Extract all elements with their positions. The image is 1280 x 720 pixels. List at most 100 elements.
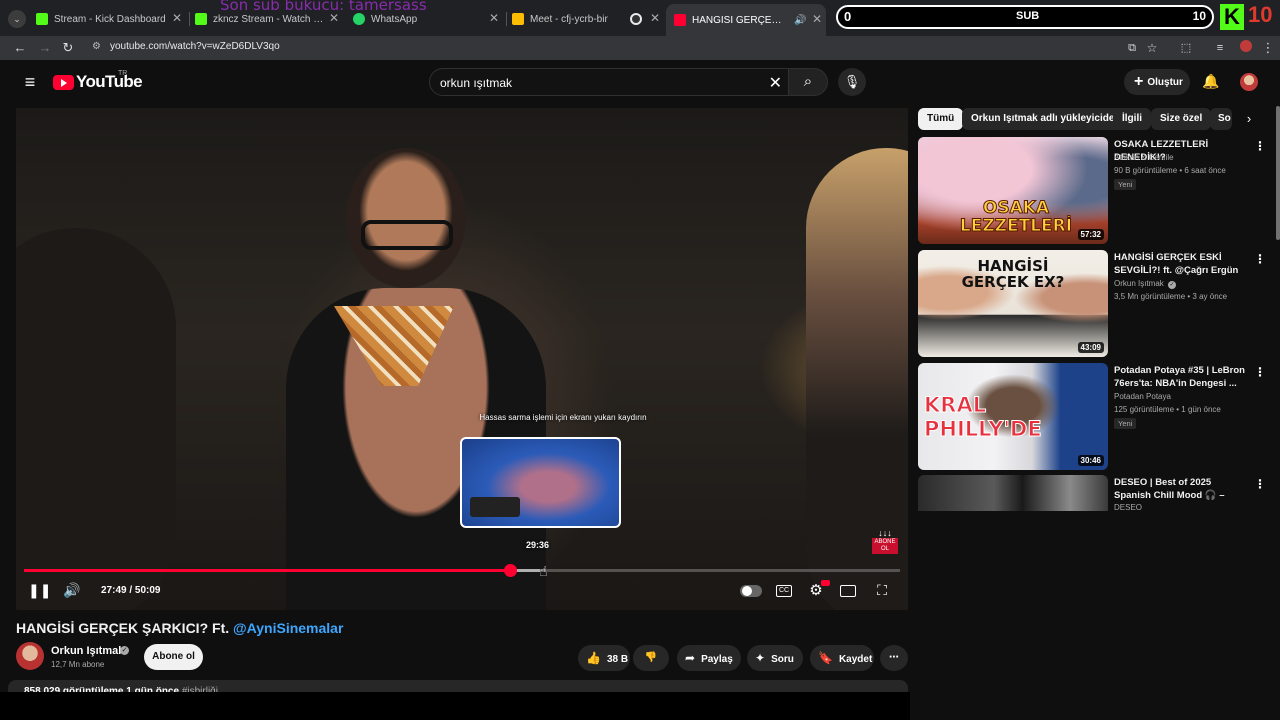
search-value[interactable]: orkun ışıtmak	[440, 76, 512, 90]
recommendation-thumbnail[interactable]	[918, 475, 1108, 511]
seek-preview-thumbnail	[460, 437, 621, 528]
verified-check-icon: ✓	[1168, 281, 1177, 289]
forward-arrow-icon[interactable]: →	[35, 38, 55, 58]
tab-close-icon[interactable]: ✕	[489, 11, 499, 25]
search-icon[interactable]: ⌕	[788, 68, 828, 96]
volume-icon[interactable]: 🔊	[62, 582, 82, 599]
channel-name[interactable]: Orkun Işıtmak	[51, 645, 124, 657]
chip-truncated[interactable]: So	[1210, 108, 1232, 130]
reload-icon[interactable]: ↻	[58, 38, 78, 58]
hamburger-menu-icon[interactable]: ≡	[20, 72, 40, 92]
preview-card	[470, 497, 520, 517]
chevron-right-icon[interactable]: ›	[1240, 110, 1258, 128]
youtube-favicon-icon	[674, 14, 686, 26]
channel-label: Orkun Işıtmak	[1114, 279, 1164, 288]
chip-for-you[interactable]: Size özel	[1151, 108, 1212, 130]
browser-menu-kebab-icon[interactable]: ⋮	[1258, 38, 1278, 58]
notifications-bell-icon[interactable]: 🔔	[1202, 73, 1219, 90]
share-arrow-icon: ➦	[685, 651, 696, 665]
recommendation-item[interactable]: DESEO | Best of 2025 Spanish Chill Mood …	[918, 475, 1268, 511]
ask-button[interactable]: ✦ Soru	[747, 645, 803, 671]
search-input[interactable]: orkun ışıtmak ✕	[429, 68, 789, 96]
tab-close-icon[interactable]: ✕	[650, 11, 660, 25]
channel-subscriber-count: 12,7 Mn abone	[51, 660, 105, 669]
subtitles-icon[interactable]: CC	[776, 585, 792, 597]
recommendation-item[interactable]: OSAKA LEZZETLERİ 57:32 OSAKA LEZZETLERİ …	[918, 137, 1268, 245]
back-arrow-icon[interactable]: ←	[10, 38, 30, 58]
media-control-icon[interactable]: ≡	[1210, 38, 1230, 58]
profile-avatar[interactable]	[1236, 38, 1256, 58]
browser-toolbar: ← → ↻ ⚙ youtube.com/watch?v=wZeD6DLV3qo …	[0, 36, 1280, 60]
dislike-button[interactable]: 👎	[633, 645, 669, 671]
more-options-kebab-icon[interactable]: ⋮	[1254, 252, 1266, 266]
sub-goal-label: SUB	[1016, 10, 1040, 22]
stream-overlay-last-sub: Son sub bükücü: tamersass	[220, 0, 427, 14]
recommendation-channel[interactable]: Atakan & Cemile	[1114, 153, 1174, 162]
chip-related[interactable]: İlgili	[1113, 108, 1151, 130]
extensions-puzzle-icon[interactable]: ⬚	[1176, 38, 1196, 58]
youtube-logo-icon[interactable]	[53, 75, 74, 90]
more-actions-icon[interactable]: ⋯	[880, 645, 908, 671]
pause-icon[interactable]: ❚❚	[28, 582, 51, 599]
recommendation-thumbnail[interactable]: HANGİSİ GERÇEK EX? 43:09	[918, 250, 1108, 357]
recommendation-channel[interactable]: Orkun Işıtmak ✓	[1114, 279, 1177, 289]
channel-avatar[interactable]	[16, 642, 44, 670]
save-label: Kaydet	[838, 654, 873, 665]
tab-close-icon[interactable]: ✕	[812, 12, 822, 26]
page-scrollbar[interactable]	[1276, 106, 1280, 240]
tab-audio-icon[interactable]: 🔊	[794, 15, 806, 26]
stream-sub-goal-bar: 0 SUB 10	[836, 5, 1214, 29]
like-button[interactable]: 👍 38 B	[578, 645, 630, 671]
more-options-kebab-icon[interactable]: ⋮	[1254, 365, 1266, 379]
fullscreen-icon[interactable]: ⛶	[874, 582, 890, 599]
recommendation-item[interactable]: KRAL PHILLY'DE 30:46 Potadan Potaya #35 …	[918, 363, 1268, 471]
site-info-icon[interactable]: ⚙	[92, 41, 101, 52]
recommendation-thumbnail[interactable]: KRAL PHILLY'DE 30:46	[918, 363, 1108, 470]
sparkle-icon: ✦	[755, 651, 766, 665]
browser-tab-meet[interactable]: Meet - cfj-ycrb-bir	[512, 7, 624, 31]
video-title-text: HANGİSİ GERÇEK ŞARKICI? Ft.	[16, 620, 230, 636]
recommendation-channel[interactable]: DESEO	[1114, 503, 1142, 511]
share-label: Paylaş	[701, 654, 733, 665]
save-button[interactable]: 🔖 Kaydet	[810, 645, 874, 671]
account-avatar[interactable]	[1240, 73, 1258, 91]
progress-scrubber-handle[interactable]	[504, 564, 517, 577]
tab-label: Stream - Kick Dashboard	[54, 13, 166, 25]
chip-from-uploader[interactable]: Orkun Işıtmak adlı yükleyiciden	[962, 108, 1130, 130]
verified-check-icon: ✓	[120, 646, 129, 655]
tab-close-icon[interactable]: ✕	[172, 11, 182, 25]
bookmark-star-icon[interactable]: ☆	[1142, 38, 1162, 58]
chip-all[interactable]: Tümü	[918, 108, 964, 130]
new-badge: Yeni	[1114, 418, 1137, 429]
create-button[interactable]: + Oluştur	[1124, 69, 1190, 95]
recommendation-title[interactable]: Potadan Potaya #35 | LeBron 76ers'ta: NB…	[1114, 364, 1250, 390]
browser-tab-kick-dashboard[interactable]: Stream - Kick Dashboard ✕	[36, 7, 186, 31]
recommendation-title[interactable]: HANGİSİ GERÇEK ESKİ SEVGİLİ?! ft. @Çağrı…	[1114, 251, 1250, 277]
tab-separator	[189, 12, 190, 26]
subscribe-button[interactable]: Abone ol	[144, 644, 203, 670]
install-app-icon[interactable]: ⧉	[1122, 38, 1142, 58]
tab-search-chevron-icon[interactable]: ⌄	[8, 10, 26, 28]
share-button[interactable]: ➦ Paylaş	[677, 645, 741, 671]
browser-tab-youtube-active[interactable]: HANGİSİ GERÇEK ŞARKICI? 🔊 ✕	[666, 4, 826, 36]
video-title-mention-link[interactable]: @AyniSinemalar	[233, 620, 343, 636]
miniplayer-icon[interactable]	[840, 585, 856, 597]
browser-tab-recording[interactable]: ✕	[630, 7, 660, 31]
video-player[interactable]: Hassas sarma işlemi için ekranı yukarı k…	[16, 108, 908, 610]
video-duration: 43:09	[1077, 342, 1104, 353]
autoplay-toggle[interactable]	[740, 585, 762, 597]
plus-icon: +	[1134, 73, 1144, 90]
recommendation-item[interactable]: HANGİSİ GERÇEK EX? 43:09 HANGİSİ GERÇEK …	[918, 250, 1268, 358]
more-options-kebab-icon[interactable]: ⋮	[1254, 139, 1266, 153]
address-bar-url[interactable]: youtube.com/watch?v=wZeD6DLV3qo	[110, 41, 280, 52]
clear-search-icon[interactable]: ✕	[769, 73, 782, 93]
microphone-icon[interactable]: 🎙	[838, 68, 866, 96]
recommendation-meta: 125 görüntüleme • 1 gün önce	[1114, 405, 1221, 414]
country-code: TR	[118, 70, 128, 77]
youtube-wordmark[interactable]: YouTube	[76, 72, 143, 92]
more-options-kebab-icon[interactable]: ⋮	[1254, 477, 1266, 491]
tab-label: zkncz Stream - Watch Live on K	[213, 13, 325, 25]
recommendation-title[interactable]: DESEO | Best of 2025 Spanish Chill Mood …	[1114, 476, 1250, 502]
recommendation-channel[interactable]: Potadan Potaya	[1114, 392, 1171, 401]
recommendation-thumbnail[interactable]: OSAKA LEZZETLERİ 57:32	[918, 137, 1108, 244]
